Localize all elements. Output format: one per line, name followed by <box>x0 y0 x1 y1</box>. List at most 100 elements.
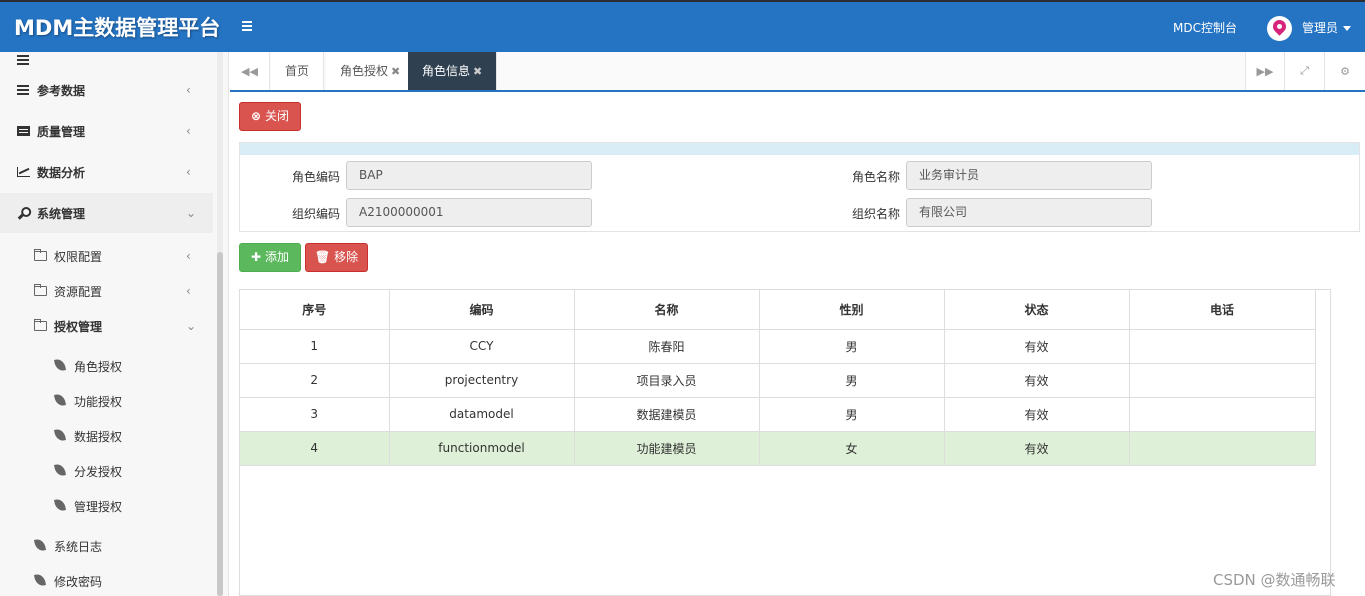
sidebar-item-label: 资源配置 <box>54 284 103 299</box>
role-name-field[interactable]: 业务审计员 <box>906 161 1152 190</box>
remove-button[interactable]: 🗑 移除 <box>305 243 368 272</box>
table-cell: 男 <box>758 328 945 364</box>
tab-scroll-left-button[interactable]: ◀◀ <box>230 52 270 90</box>
sidebar: 参考数据 ‹ 质量管理 ‹ 数据分析 ‹ 系统管理 ⌄ 权限配置 ‹ 资源配置 … <box>0 52 229 596</box>
sidebar-item-label: 管理授权 <box>74 499 123 514</box>
mdc-console-link[interactable]: MDC控制台 <box>1173 19 1237 37</box>
close-button[interactable]: ⊗ 关闭 <box>239 102 301 131</box>
sidebar-item-authorization-management[interactable]: 授权管理 ⌄ <box>0 306 213 346</box>
close-button-label: 关闭 <box>265 109 290 123</box>
sidebar-item-system-log[interactable]: 系统日志 <box>0 526 213 566</box>
sidebar-item-permission-config[interactable]: 权限配置 ‹ <box>0 236 213 276</box>
sidebar-item-role-authorization[interactable]: 角色授权 <box>0 346 213 386</box>
chevron-down-icon[interactable] <box>1343 26 1351 31</box>
org-name-field[interactable]: 有限公司 <box>906 198 1152 227</box>
sidebar-item-data-analysis[interactable]: 数据分析 ‹ <box>0 152 213 192</box>
tab-bar: ◀◀ 首页 角色授权 ✖ 角色信息 ✖ ▶▶ ⤢ ⚙ <box>230 52 1365 92</box>
table-cell <box>1128 362 1316 398</box>
table-cell <box>1128 396 1316 432</box>
table-cell: datamodel <box>388 396 575 432</box>
settings-button[interactable]: ⚙ <box>1325 52 1365 90</box>
sidebar-item-label: 角色授权 <box>74 359 123 374</box>
sidebar-item-quality-management[interactable]: 质量管理 ‹ <box>0 111 213 151</box>
table-cell: 3 <box>240 396 390 432</box>
table-row[interactable]: 2 projectentry 项目录入员 男 有效 <box>240 362 1316 398</box>
tab-role-info[interactable]: 角色信息 ✖ <box>408 52 498 90</box>
sidebar-item-function-authorization[interactable]: 功能授权 <box>0 381 213 421</box>
sidebar-item-label: 分发授权 <box>74 464 123 479</box>
leaf-icon <box>53 358 67 373</box>
role-name-label: 角色名称 <box>852 170 901 184</box>
sidebar-item-distribution-authorization[interactable]: 分发授权 <box>0 451 213 491</box>
column-header[interactable]: 状态 <box>943 290 1130 330</box>
column-header[interactable]: 序号 <box>240 290 390 330</box>
table-row-selected[interactable]: 4 functionmodel 功能建模员 女 有效 <box>240 430 1316 466</box>
table-cell: functionmodel <box>388 430 575 466</box>
folder-icon <box>33 284 47 298</box>
folder-icon <box>33 249 47 263</box>
sidebar-item-resource-config[interactable]: 资源配置 ‹ <box>0 271 213 311</box>
list-icon <box>16 83 30 97</box>
sidebar-item-admin-authorization[interactable]: 管理授权 <box>0 486 213 526</box>
sidebar-item-label: 权限配置 <box>54 249 103 264</box>
sidebar-item-label: 功能授权 <box>74 394 123 409</box>
close-icon[interactable]: ✖ <box>473 65 482 78</box>
chevron-down-icon: ⌄ <box>186 319 197 333</box>
chart-icon <box>16 165 30 179</box>
watermark: CSDN @数通畅联 <box>1213 571 1336 589</box>
org-code-label: 组织编码 <box>292 207 341 221</box>
leaf-icon <box>33 538 47 553</box>
table-cell <box>1128 328 1316 364</box>
table-cell: 功能建模员 <box>573 430 760 466</box>
chevron-left-icon: ‹ <box>186 83 191 97</box>
sidebar-item-label: 系统管理 <box>37 206 86 221</box>
table-cell: 项目录入员 <box>573 362 760 398</box>
folder-icon <box>33 319 47 333</box>
fullscreen-button[interactable]: ⤢ <box>1285 52 1325 90</box>
table-cell: 女 <box>758 430 945 466</box>
tab-role-authorization[interactable]: 角色授权 ✖ <box>326 52 416 90</box>
sidebar-item-system-management[interactable]: 系统管理 ⌄ <box>0 193 213 233</box>
remove-button-label: 移除 <box>334 250 359 264</box>
sidebar-item-data-authorization[interactable]: 数据授权 <box>0 416 213 456</box>
sidebar-item-label: 参考数据 <box>37 83 86 98</box>
avatar[interactable] <box>1267 16 1292 41</box>
chevron-left-icon: ‹ <box>186 124 191 138</box>
sidebar-scrollbar[interactable] <box>217 252 223 596</box>
user-grid: 序号 编码 名称 性别 状态 电话 1 CCY 陈春阳 男 有效 2 proje… <box>239 289 1331 596</box>
role-code-label: 角色编码 <box>292 170 341 184</box>
table-cell: CCY <box>388 328 575 364</box>
chevron-down-icon: ⌄ <box>186 206 197 220</box>
table-cell: 有效 <box>943 362 1130 398</box>
sidebar-item-label: 修改密码 <box>54 574 103 589</box>
sidebar-item-change-password[interactable]: 修改密码 <box>0 561 213 596</box>
role-code-field[interactable]: BAP <box>346 161 592 190</box>
table-row[interactable]: 3 datamodel 数据建模员 男 有效 <box>240 396 1316 432</box>
add-button[interactable]: ✚ 添加 <box>239 243 301 272</box>
leaf-icon <box>53 463 67 478</box>
table-cell: 1 <box>240 328 390 364</box>
column-header[interactable]: 电话 <box>1128 290 1316 330</box>
table-row[interactable]: 1 CCY 陈春阳 男 有效 <box>240 328 1316 364</box>
location-pin-icon <box>1270 17 1289 36</box>
close-icon[interactable]: ✖ <box>391 65 400 78</box>
add-button-label: 添加 <box>265 250 290 264</box>
sidebar-item-reference-data[interactable]: 参考数据 ‹ <box>0 70 213 110</box>
column-header[interactable]: 编码 <box>388 290 575 330</box>
table-cell: 2 <box>240 362 390 398</box>
column-header[interactable]: 性别 <box>758 290 945 330</box>
user-name[interactable]: 管理员 <box>1302 19 1338 37</box>
sidebar-item-label: 授权管理 <box>54 319 103 334</box>
table-cell: 有效 <box>943 328 1130 364</box>
menu-toggle-icon[interactable] <box>241 19 257 35</box>
tab-scroll-right-button[interactable]: ▶▶ <box>1245 52 1285 90</box>
leaf-icon <box>53 393 67 408</box>
org-code-field[interactable]: A2100000001 <box>346 198 592 227</box>
table-cell: projectentry <box>388 362 575 398</box>
sidebar-item-label: 质量管理 <box>37 124 86 139</box>
top-header: MDM主数据管理平台 MDC控制台 管理员 <box>0 0 1365 52</box>
sidebar-item-label: 数据分析 <box>37 165 86 180</box>
column-header[interactable]: 名称 <box>573 290 760 330</box>
tab-home[interactable]: 首页 <box>271 52 325 90</box>
double-right-arrow-icon: ▶▶ <box>1256 64 1274 78</box>
